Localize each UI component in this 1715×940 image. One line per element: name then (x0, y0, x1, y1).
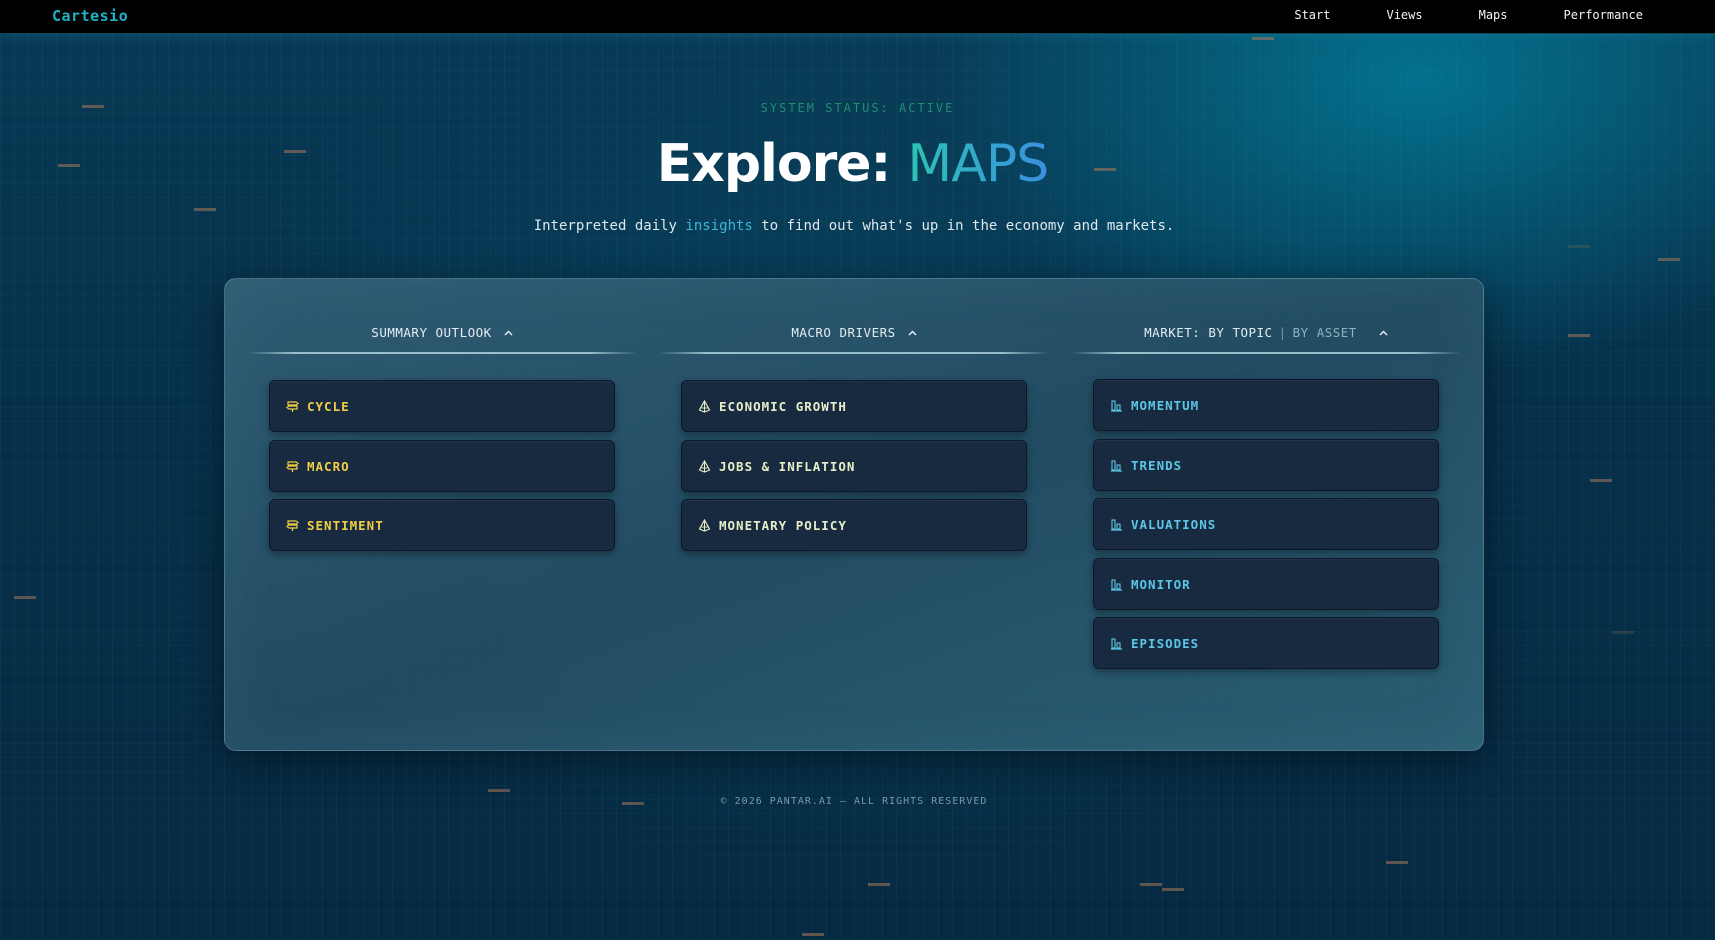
decorative-dash (1386, 861, 1408, 864)
insights-link[interactable]: insights (685, 218, 752, 234)
page-title: Explore: MAPS (0, 132, 1705, 196)
signpost-icon (286, 459, 299, 473)
card-label: MONITOR (1131, 576, 1191, 592)
card-label: SENTIMENT (307, 517, 384, 533)
summary-outlook-header[interactable]: SUMMARY OUTLOOK (247, 325, 637, 340)
bar-chart-icon (1110, 458, 1123, 472)
tab-by-topic[interactable]: BY TOPIC (1208, 325, 1272, 340)
decorative-dash (488, 789, 510, 792)
card-label: ECONOMIC GROWTH (719, 398, 847, 414)
decorative-dash (1140, 883, 1162, 886)
page-subtitle: Interpreted daily insights to find out w… (0, 218, 1708, 234)
card-episodes[interactable]: EPISODES (1093, 617, 1439, 669)
card-trends[interactable]: TRENDS (1093, 439, 1439, 491)
chevron-up-icon[interactable] (908, 326, 917, 339)
macro-drivers-header[interactable]: MACRO DRIVERS (659, 325, 1049, 340)
decorative-dash (868, 883, 890, 886)
card-label: MACRO (307, 458, 350, 474)
bar-chart-icon (1110, 577, 1123, 591)
column-divider (247, 352, 637, 354)
decorative-dash (1252, 37, 1274, 40)
brand-logo[interactable]: Cartesio (52, 7, 128, 25)
compass-diamond-icon (698, 459, 711, 473)
decorative-dash (1658, 258, 1680, 261)
compass-diamond-icon (698, 518, 711, 532)
page-title-accent: MAPS (907, 134, 1049, 194)
nav-maps[interactable]: Maps (1479, 8, 1508, 22)
decorative-dash (1162, 888, 1184, 891)
footer-copyright: © 2026 PANTAR.AI — ALL RIGHTS RESERVED (720, 796, 988, 807)
top-navbar: Cartesio Start Views Maps Performance (0, 0, 1715, 34)
decorative-dash (1568, 334, 1590, 337)
card-economic-growth[interactable]: ECONOMIC GROWTH (681, 380, 1027, 432)
nav-views[interactable]: Views (1386, 8, 1422, 22)
card-label: JOBS & INFLATION (719, 458, 856, 474)
decorative-dash (1568, 245, 1590, 248)
card-label: MONETARY POLICY (719, 517, 847, 533)
chevron-up-icon[interactable] (504, 326, 513, 339)
card-monetary-policy[interactable]: MONETARY POLICY (681, 499, 1027, 551)
subtitle-before: Interpreted daily (533, 218, 677, 234)
tab-separator: | (1278, 325, 1287, 340)
tab-by-asset[interactable]: BY ASSET (1293, 325, 1357, 340)
chevron-up-icon[interactable] (1379, 326, 1388, 339)
card-label: VALUATIONS (1131, 516, 1217, 532)
decorative-dash (802, 933, 824, 936)
card-label: CYCLE (307, 398, 350, 414)
card-label: EPISODES (1131, 635, 1200, 651)
card-monitor[interactable]: MONITOR (1093, 558, 1439, 610)
market-header-prefix: MARKET: (1144, 325, 1201, 340)
macro-drivers-title: MACRO DRIVERS (791, 325, 896, 340)
summary-outlook-title: SUMMARY OUTLOOK (371, 325, 492, 340)
column-divider (1071, 352, 1461, 354)
main-nav: Start Views Maps Performance (1238, 8, 1643, 22)
nav-performance[interactable]: Performance (1564, 8, 1643, 22)
compass-diamond-icon (698, 399, 711, 413)
page-title-prefix: Explore: (656, 134, 892, 194)
signpost-icon (286, 518, 299, 532)
subtitle-after: to find out what's up in the economy and… (761, 218, 1175, 234)
system-status: SYSTEM STATUS: ACTIVE (760, 101, 955, 115)
card-label: MOMENTUM (1131, 397, 1200, 413)
bar-chart-icon (1110, 398, 1123, 412)
decorative-dash (1590, 479, 1612, 482)
column-divider (659, 352, 1049, 354)
bar-chart-icon (1110, 636, 1123, 650)
decorative-dash (194, 208, 216, 211)
bar-chart-icon (1110, 517, 1123, 531)
maps-panel: SUMMARY OUTLOOK CYCLE MACRO SENTIMENT MA… (224, 278, 1484, 751)
decorative-dash (1612, 631, 1634, 634)
card-momentum[interactable]: MOMENTUM (1093, 379, 1439, 431)
card-label: TRENDS (1131, 457, 1183, 473)
card-valuations[interactable]: VALUATIONS (1093, 498, 1439, 550)
signpost-icon (286, 399, 299, 413)
card-cycle[interactable]: CYCLE (269, 380, 615, 432)
nav-start[interactable]: Start (1294, 8, 1330, 22)
decorative-dash (14, 596, 36, 599)
card-sentiment[interactable]: SENTIMENT (269, 499, 615, 551)
card-macro[interactable]: MACRO (269, 440, 615, 492)
market-header: MARKET: BY TOPIC | BY ASSET (1071, 325, 1461, 340)
card-jobs-inflation[interactable]: JOBS & INFLATION (681, 440, 1027, 492)
